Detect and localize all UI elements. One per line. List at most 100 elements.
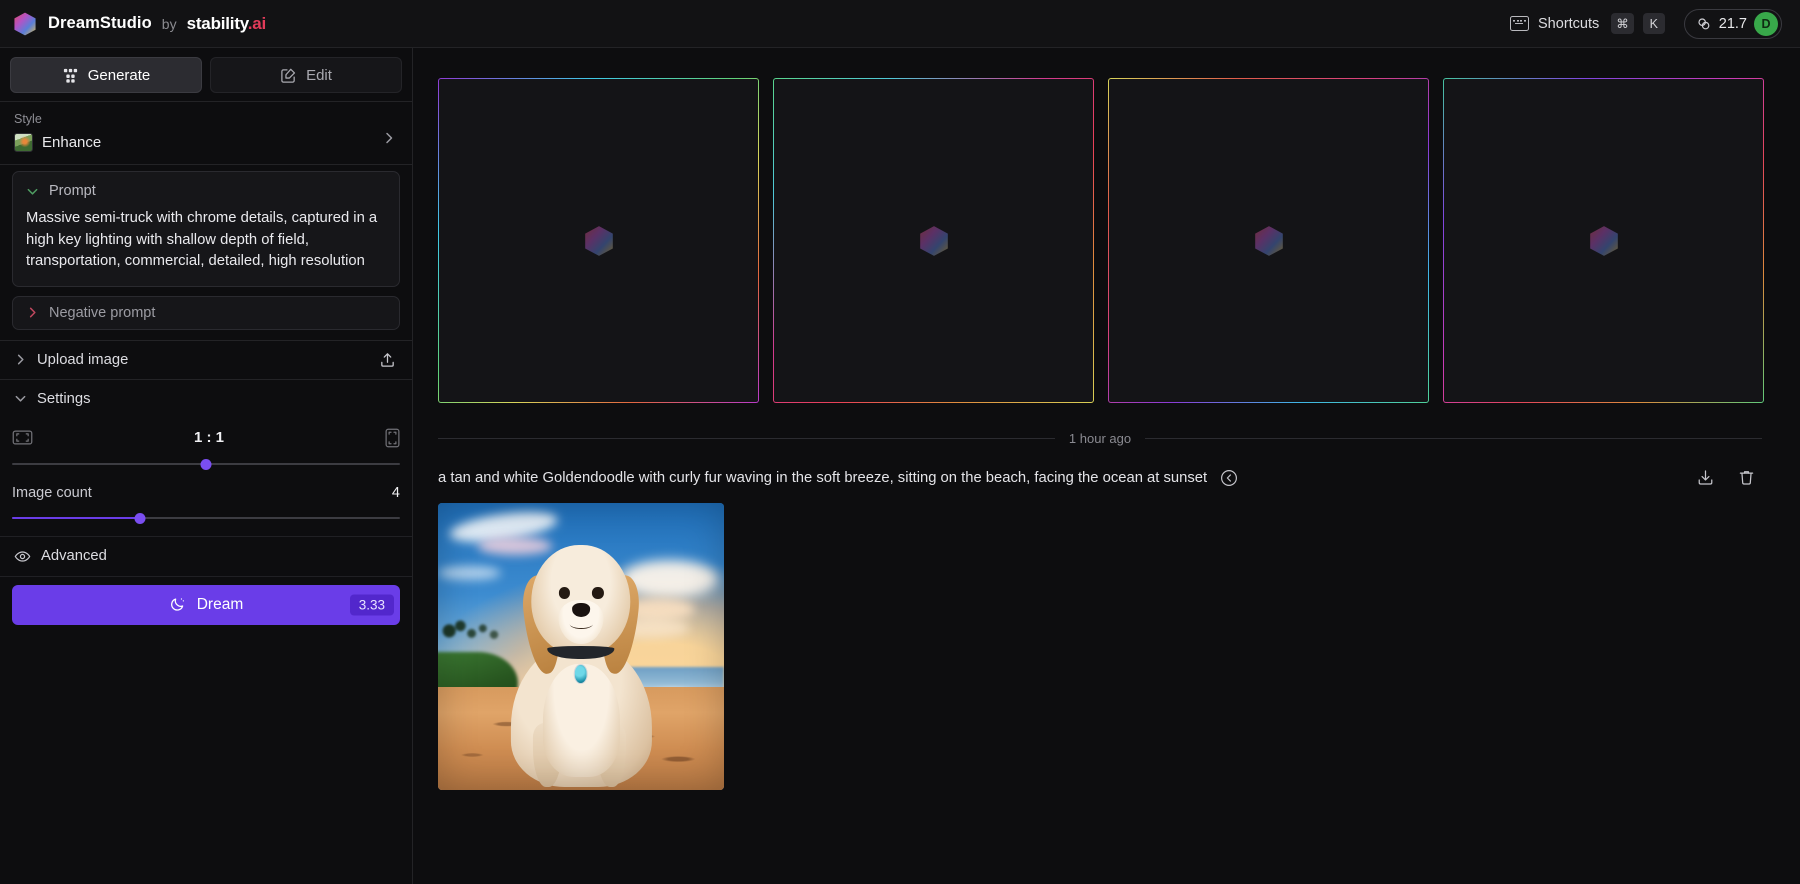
credits-value: 21.7 [1718, 15, 1747, 32]
settings-panel: 1 : 1 Image count 4 [0, 418, 412, 526]
landscape-ratio-icon[interactable] [12, 429, 33, 446]
history-actions [1696, 468, 1764, 487]
history-item: a tan and white Goldendoodle with curly … [438, 468, 1764, 790]
image-count-label: Image count [12, 484, 92, 501]
divider [0, 164, 412, 165]
chevron-down-icon [15, 395, 26, 402]
slider-thumb[interactable] [200, 458, 212, 470]
generating-tile-3[interactable] [1108, 78, 1429, 403]
chevron-right-icon [17, 354, 24, 365]
advanced-label: Advanced [41, 548, 107, 564]
slider-thumb[interactable] [134, 512, 146, 524]
dream-cost-badge: 3.33 [349, 594, 394, 615]
main-canvas: 1 hour ago a tan and white Goldendoodle … [413, 48, 1800, 884]
prompt-input[interactable]: Massive semi-truck with chrome details, … [26, 208, 386, 273]
dog-eye-left [558, 587, 570, 599]
tab-generate[interactable]: Generate [10, 57, 202, 93]
credits-pill[interactable]: 21.7 D [1683, 8, 1782, 39]
chevron-right-icon [386, 132, 393, 144]
dog-collar-tag [573, 663, 589, 685]
prompt-field[interactable]: Prompt Massive semi-truck with chrome de… [12, 171, 400, 287]
tab-edit[interactable]: Edit [210, 57, 402, 93]
image-count-slider[interactable] [12, 510, 400, 526]
dreamstudio-app: DreamStudio by stability.ai Shortcuts ⌘ … [0, 0, 1800, 884]
dream-button[interactable]: Dream 3.33 [12, 584, 400, 625]
image-count-row: Image count 4 [12, 478, 400, 508]
download-icon [1698, 470, 1713, 485]
tile-inner [439, 79, 758, 402]
image-count-value: 4 [391, 484, 400, 501]
app-body: Generate Edit Style Enhance Prompt Massi… [0, 48, 1800, 884]
credits-coin-icon [1698, 17, 1710, 29]
keyboard-icon [1510, 16, 1530, 31]
upload-image-label: Upload image [37, 351, 129, 368]
time-divider: 1 hour ago [438, 431, 1764, 446]
mode-tabs: Generate Edit [0, 48, 412, 101]
generating-tile-2[interactable] [773, 78, 1094, 403]
prompt-header[interactable]: Prompt [26, 183, 386, 199]
style-selector[interactable]: Style Enhance [0, 102, 412, 164]
divider-line [438, 438, 1055, 439]
keycap-k[interactable]: K [1642, 13, 1665, 34]
style-row: Enhance [14, 133, 398, 152]
tile-inner [774, 79, 1093, 402]
brand-by: by [161, 15, 177, 32]
dog [501, 540, 661, 788]
dog-eye-right [592, 587, 604, 599]
upload-image-row[interactable]: Upload image [0, 341, 412, 379]
tab-generate-label: Generate [87, 66, 151, 84]
style-thumbnail [14, 133, 33, 152]
advanced-row[interactable]: Advanced [0, 535, 412, 576]
download-button[interactable] [1696, 468, 1715, 487]
grid-generate-icon [63, 68, 77, 83]
generating-tile-1[interactable] [438, 78, 759, 403]
aspect-ratio-slider[interactable] [12, 456, 400, 472]
settings-label: Settings [37, 390, 91, 407]
generating-grid [438, 78, 1764, 403]
avatar[interactable]: D [1754, 11, 1778, 36]
sidebar: Generate Edit Style Enhance Prompt Massi… [0, 48, 413, 884]
tab-edit-label: Edit [306, 66, 332, 84]
eye-icon [14, 550, 31, 562]
negative-prompt-field[interactable]: Negative prompt [12, 295, 400, 330]
brand-stability: stability.ai [186, 13, 267, 33]
generating-tile-4[interactable] [1443, 78, 1764, 403]
tile-inner [1444, 79, 1763, 402]
top-bar: DreamStudio by stability.ai Shortcuts ⌘ … [0, 0, 1800, 48]
history-header: a tan and white Goldendoodle with curly … [438, 468, 1764, 487]
trash-icon [1739, 471, 1754, 485]
dog-mouth [569, 619, 593, 630]
hexagon-logo-icon [919, 225, 948, 256]
brand-name: DreamStudio [48, 14, 152, 32]
keycap-command[interactable]: ⌘ [1611, 13, 1634, 34]
prompt-label: Prompt [49, 183, 96, 199]
dream-label: Dream [196, 595, 244, 613]
aspect-ratio-row: 1 : 1 [12, 422, 400, 454]
top-bar-right: Shortcuts ⌘ K 21.7 D [1510, 8, 1782, 39]
hexagon-logo-icon [14, 12, 36, 35]
settings-row[interactable]: Settings [0, 380, 412, 418]
tile-inner [1109, 79, 1428, 402]
brand-logo[interactable]: DreamStudio by stability.ai [12, 11, 266, 37]
moon-icon [170, 598, 184, 611]
slider-fill [12, 516, 141, 519]
portrait-ratio-icon[interactable] [385, 428, 400, 448]
upload-icon[interactable] [379, 351, 396, 368]
shortcuts-label[interactable]: Shortcuts [1538, 16, 1599, 32]
history-prompt: a tan and white Goldendoodle with curly … [438, 469, 1208, 486]
style-label: Style [14, 112, 42, 126]
chevron-right-icon [29, 307, 36, 318]
chevron-down-icon [27, 188, 38, 195]
style-value: Enhance [42, 134, 102, 151]
dream-button-wrap: Dream 3.33 [0, 575, 412, 635]
arrow-left-circle-icon [1221, 469, 1238, 486]
hexagon-logo-icon [584, 225, 613, 256]
reuse-prompt-button[interactable] [1220, 469, 1238, 487]
hexagon-logo-icon [1254, 225, 1283, 256]
aspect-ratio-value: 1 : 1 [193, 429, 224, 446]
delete-button[interactable] [1737, 468, 1756, 487]
pencil-square-icon [281, 68, 296, 83]
negative-prompt-label: Negative prompt [49, 304, 156, 321]
divider-line [1145, 438, 1763, 439]
history-image[interactable] [438, 503, 724, 790]
